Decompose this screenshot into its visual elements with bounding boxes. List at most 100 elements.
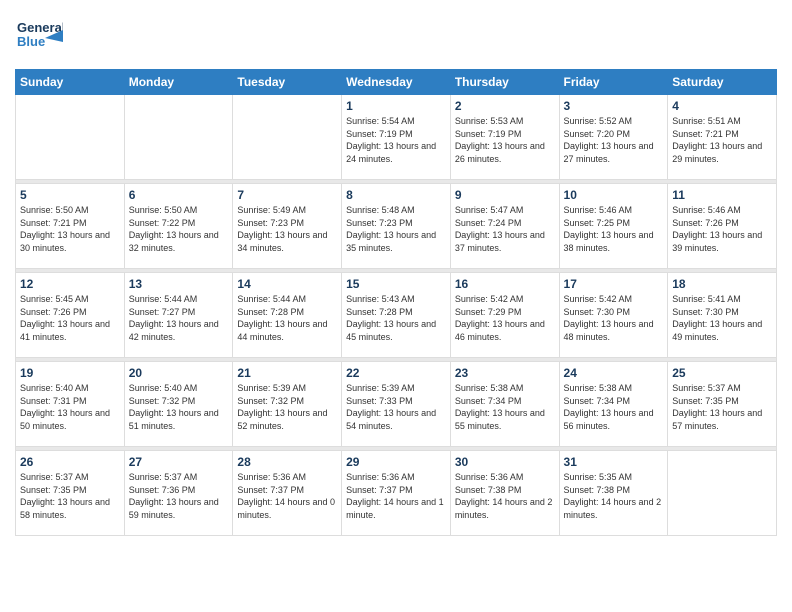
calendar-cell <box>668 451 777 536</box>
day-info: Sunrise: 5:36 AMSunset: 7:37 PMDaylight:… <box>237 471 337 521</box>
calendar-cell: 10 Sunrise: 5:46 AMSunset: 7:25 PMDayligh… <box>559 184 668 269</box>
logo-icon: General Blue <box>15 10 63 58</box>
calendar-cell: 8 Sunrise: 5:48 AMSunset: 7:23 PMDaylight… <box>342 184 451 269</box>
day-number: 14 <box>237 277 337 291</box>
day-info: Sunrise: 5:52 AMSunset: 7:20 PMDaylight:… <box>564 115 664 165</box>
weekday-header: Wednesday <box>342 70 451 95</box>
day-info: Sunrise: 5:37 AMSunset: 7:35 PMDaylight:… <box>672 382 772 432</box>
calendar-table: SundayMondayTuesdayWednesdayThursdayFrid… <box>15 69 777 536</box>
day-number: 15 <box>346 277 446 291</box>
day-info: Sunrise: 5:48 AMSunset: 7:23 PMDaylight:… <box>346 204 446 254</box>
day-info: Sunrise: 5:39 AMSunset: 7:33 PMDaylight:… <box>346 382 446 432</box>
day-number: 3 <box>564 99 664 113</box>
day-info: Sunrise: 5:53 AMSunset: 7:19 PMDaylight:… <box>455 115 555 165</box>
day-number: 5 <box>20 188 120 202</box>
day-number: 8 <box>346 188 446 202</box>
calendar-week-row: 5 Sunrise: 5:50 AMSunset: 7:21 PMDaylight… <box>16 184 777 269</box>
calendar-cell: 1Sunrise: 5:54 AMSunset: 7:19 PMDaylight… <box>342 95 451 180</box>
day-info: Sunrise: 5:50 AMSunset: 7:21 PMDaylight:… <box>20 204 120 254</box>
calendar-cell: 6Sunrise: 5:50 AMSunset: 7:22 PMDaylight… <box>124 184 233 269</box>
page-header: General Blue <box>15 10 777 63</box>
logo: General Blue <box>15 10 63 63</box>
day-info: Sunrise: 5:51 AMSunset: 7:21 PMDaylight:… <box>672 115 772 165</box>
calendar-cell: 7 Sunrise: 5:49 AMSunset: 7:23 PMDaylight… <box>233 184 342 269</box>
weekday-header: Sunday <box>16 70 125 95</box>
day-info: Sunrise: 5:44 AMSunset: 7:27 PMDaylight:… <box>129 293 229 343</box>
day-number: 21 <box>237 366 337 380</box>
day-info: Sunrise: 5:36 AMSunset: 7:37 PMDaylight:… <box>346 471 446 521</box>
calendar-cell: 29 Sunrise: 5:36 AMSunset: 7:37 PMDayligh… <box>342 451 451 536</box>
day-number: 12 <box>20 277 120 291</box>
day-info: Sunrise: 5:47 AMSunset: 7:24 PMDaylight:… <box>455 204 555 254</box>
day-number: 10 <box>564 188 664 202</box>
day-info: Sunrise: 5:39 AMSunset: 7:32 PMDaylight:… <box>237 382 337 432</box>
calendar-cell <box>233 95 342 180</box>
calendar-cell <box>16 95 125 180</box>
day-number: 11 <box>672 188 772 202</box>
calendar-cell: 27 Sunrise: 5:37 AMSunset: 7:36 PMDayligh… <box>124 451 233 536</box>
calendar-cell: 4Sunrise: 5:51 AMSunset: 7:21 PMDaylight… <box>668 95 777 180</box>
calendar-cell: 30Sunrise: 5:36 AMSunset: 7:38 PMDayligh… <box>450 451 559 536</box>
day-info: Sunrise: 5:37 AMSunset: 7:35 PMDaylight:… <box>20 471 120 521</box>
calendar-cell: 21 Sunrise: 5:39 AMSunset: 7:32 PMDayligh… <box>233 362 342 447</box>
day-number: 31 <box>564 455 664 469</box>
calendar-cell: 16 Sunrise: 5:42 AMSunset: 7:29 PMDayligh… <box>450 273 559 358</box>
calendar-week-row: 1Sunrise: 5:54 AMSunset: 7:19 PMDaylight… <box>16 95 777 180</box>
calendar-cell: 22 Sunrise: 5:39 AMSunset: 7:33 PMDayligh… <box>342 362 451 447</box>
day-number: 2 <box>455 99 555 113</box>
calendar-cell: 18Sunrise: 5:41 AMSunset: 7:30 PMDayligh… <box>668 273 777 358</box>
weekday-header-row: SundayMondayTuesdayWednesdayThursdayFrid… <box>16 70 777 95</box>
weekday-header: Friday <box>559 70 668 95</box>
calendar-cell: 14 Sunrise: 5:44 AMSunset: 7:28 PMDayligh… <box>233 273 342 358</box>
svg-text:General: General <box>17 20 63 35</box>
calendar-cell: 26 Sunrise: 5:37 AMSunset: 7:35 PMDayligh… <box>16 451 125 536</box>
calendar-cell: 24Sunrise: 5:38 AMSunset: 7:34 PMDayligh… <box>559 362 668 447</box>
day-info: Sunrise: 5:42 AMSunset: 7:29 PMDaylight:… <box>455 293 555 343</box>
day-number: 27 <box>129 455 229 469</box>
day-number: 22 <box>346 366 446 380</box>
day-info: Sunrise: 5:54 AMSunset: 7:19 PMDaylight:… <box>346 115 446 165</box>
calendar-week-row: 19Sunrise: 5:40 AMSunset: 7:31 PMDayligh… <box>16 362 777 447</box>
calendar-week-row: 26 Sunrise: 5:37 AMSunset: 7:35 PMDayligh… <box>16 451 777 536</box>
calendar-cell: 2 Sunrise: 5:53 AMSunset: 7:19 PMDaylight… <box>450 95 559 180</box>
weekday-header: Thursday <box>450 70 559 95</box>
calendar-week-row: 12 Sunrise: 5:45 AMSunset: 7:26 PMDayligh… <box>16 273 777 358</box>
calendar-cell: 28Sunrise: 5:36 AMSunset: 7:37 PMDayligh… <box>233 451 342 536</box>
calendar-cell: 20 Sunrise: 5:40 AMSunset: 7:32 PMDayligh… <box>124 362 233 447</box>
calendar-cell: 12 Sunrise: 5:45 AMSunset: 7:26 PMDayligh… <box>16 273 125 358</box>
day-info: Sunrise: 5:46 AMSunset: 7:25 PMDaylight:… <box>564 204 664 254</box>
day-info: Sunrise: 5:44 AMSunset: 7:28 PMDaylight:… <box>237 293 337 343</box>
day-info: Sunrise: 5:38 AMSunset: 7:34 PMDaylight:… <box>564 382 664 432</box>
calendar-cell: 17 Sunrise: 5:42 AMSunset: 7:30 PMDayligh… <box>559 273 668 358</box>
day-number: 16 <box>455 277 555 291</box>
day-number: 20 <box>129 366 229 380</box>
calendar-cell: 13Sunrise: 5:44 AMSunset: 7:27 PMDayligh… <box>124 273 233 358</box>
calendar-cell: 23Sunrise: 5:38 AMSunset: 7:34 PMDayligh… <box>450 362 559 447</box>
day-number: 17 <box>564 277 664 291</box>
weekday-header: Monday <box>124 70 233 95</box>
calendar-cell: 11 Sunrise: 5:46 AMSunset: 7:26 PMDayligh… <box>668 184 777 269</box>
day-info: Sunrise: 5:42 AMSunset: 7:30 PMDaylight:… <box>564 293 664 343</box>
day-number: 26 <box>20 455 120 469</box>
calendar-cell: 9 Sunrise: 5:47 AMSunset: 7:24 PMDaylight… <box>450 184 559 269</box>
day-number: 25 <box>672 366 772 380</box>
day-info: Sunrise: 5:40 AMSunset: 7:32 PMDaylight:… <box>129 382 229 432</box>
day-info: Sunrise: 5:38 AMSunset: 7:34 PMDaylight:… <box>455 382 555 432</box>
day-info: Sunrise: 5:35 AMSunset: 7:38 PMDaylight:… <box>564 471 664 521</box>
day-info: Sunrise: 5:46 AMSunset: 7:26 PMDaylight:… <box>672 204 772 254</box>
day-number: 19 <box>20 366 120 380</box>
day-number: 18 <box>672 277 772 291</box>
day-info: Sunrise: 5:37 AMSunset: 7:36 PMDaylight:… <box>129 471 229 521</box>
day-number: 9 <box>455 188 555 202</box>
day-number: 29 <box>346 455 446 469</box>
day-info: Sunrise: 5:50 AMSunset: 7:22 PMDaylight:… <box>129 204 229 254</box>
day-info: Sunrise: 5:36 AMSunset: 7:38 PMDaylight:… <box>455 471 555 521</box>
day-info: Sunrise: 5:49 AMSunset: 7:23 PMDaylight:… <box>237 204 337 254</box>
weekday-header: Tuesday <box>233 70 342 95</box>
day-info: Sunrise: 5:45 AMSunset: 7:26 PMDaylight:… <box>20 293 120 343</box>
day-info: Sunrise: 5:43 AMSunset: 7:28 PMDaylight:… <box>346 293 446 343</box>
calendar-cell: 25 Sunrise: 5:37 AMSunset: 7:35 PMDayligh… <box>668 362 777 447</box>
calendar-cell: 31 Sunrise: 5:35 AMSunset: 7:38 PMDayligh… <box>559 451 668 536</box>
day-number: 7 <box>237 188 337 202</box>
weekday-header: Saturday <box>668 70 777 95</box>
